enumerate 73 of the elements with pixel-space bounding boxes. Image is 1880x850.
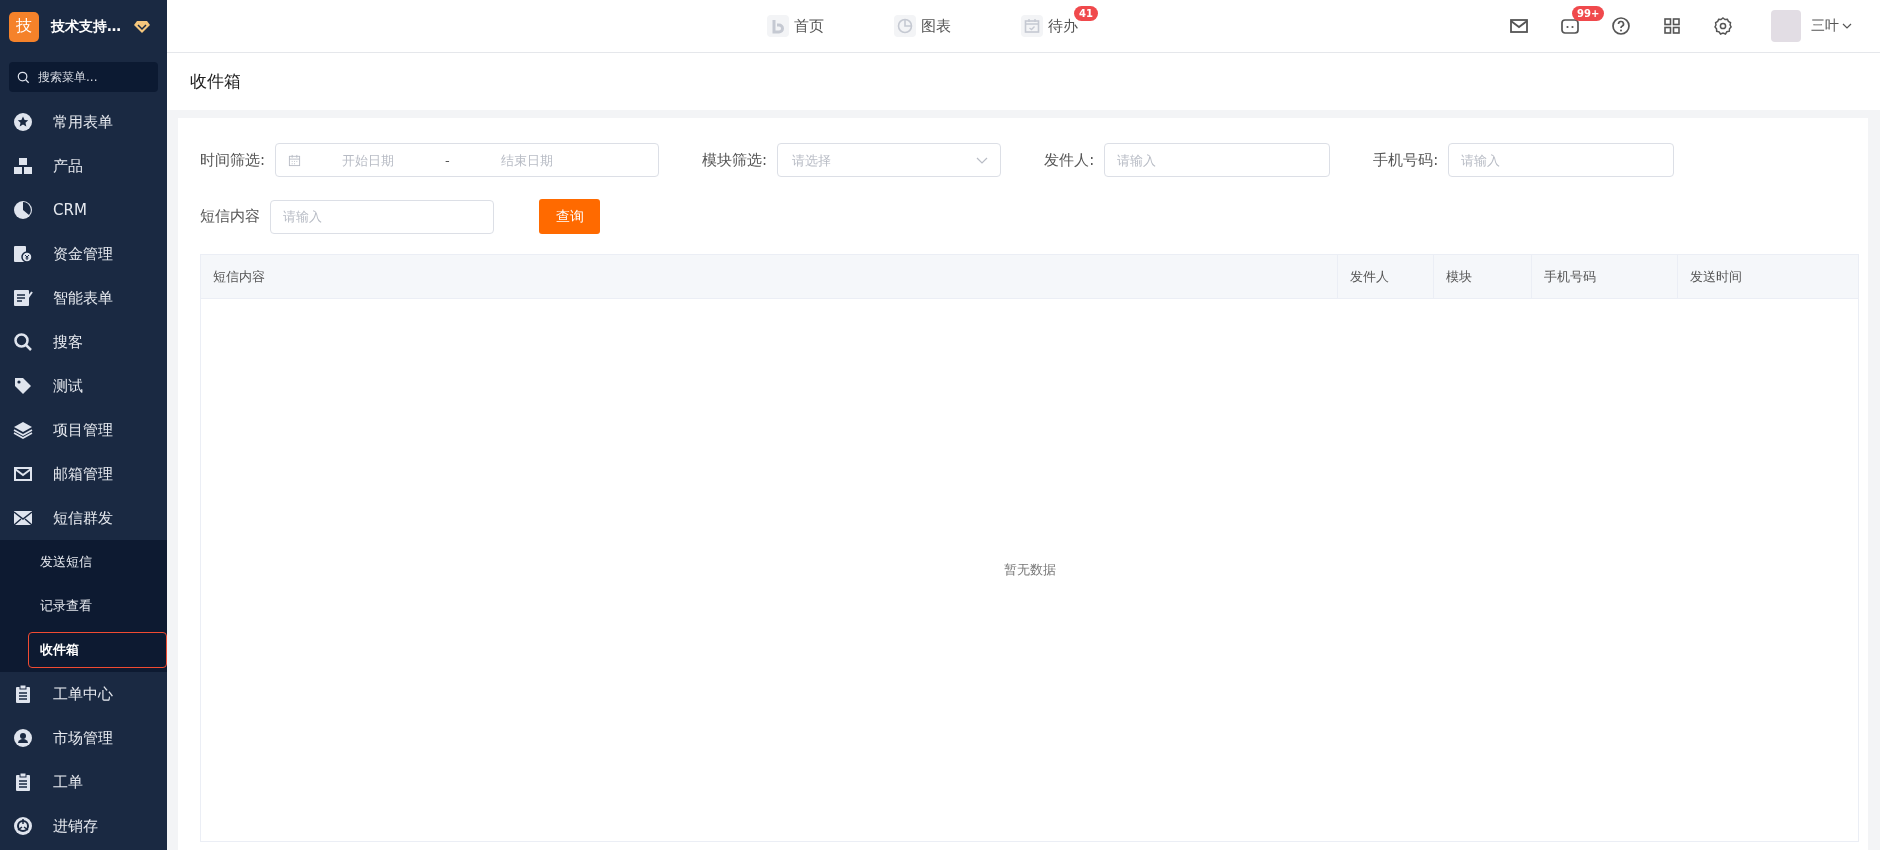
clipboard-icon	[13, 772, 33, 792]
count-badge: 41	[1074, 6, 1098, 21]
filter-label: 手机号码:	[1373, 150, 1439, 170]
menu-item[interactable]: 搜客	[0, 320, 167, 364]
menu-item[interactable]: 市场管理	[0, 716, 167, 760]
calendar-icon	[288, 153, 302, 167]
menu-search-input[interactable]: 搜索菜单...	[36, 69, 140, 85]
mail-icon	[13, 464, 33, 484]
chevron-down-icon[interactable]	[1842, 23, 1852, 29]
submenu-item[interactable]: 记录查看	[28, 588, 115, 624]
menu-item[interactable]: 资金管理	[0, 232, 167, 276]
search-icon	[13, 332, 33, 352]
column-header: 模块	[1434, 255, 1532, 298]
search-icon	[17, 70, 30, 84]
settings-icon[interactable]	[1713, 16, 1733, 36]
mail-icon[interactable]	[1509, 16, 1529, 36]
input-field[interactable]: 请输入	[270, 199, 494, 234]
menu-item[interactable]: 进销存	[0, 804, 167, 848]
filter-label: 模块筛选:	[702, 150, 768, 170]
filter-label: 发件人:	[1044, 150, 1095, 170]
filter-label: 短信内容	[200, 207, 260, 226]
count-badge: 99+	[1572, 6, 1605, 21]
range-separator: -	[445, 152, 450, 168]
submenu-item[interactable]: 发送短信	[28, 544, 115, 580]
filter-label: 时间筛选:	[200, 150, 266, 170]
chevron-down-icon	[976, 156, 989, 164]
help-icon[interactable]	[1611, 16, 1631, 36]
menu-item[interactable]: 测试	[0, 364, 167, 408]
menu-item[interactable]: 常用表单	[0, 100, 167, 144]
menu-item[interactable]: 项目管理	[0, 408, 167, 452]
money-document-icon	[13, 244, 33, 264]
select-field[interactable]: 请选择	[777, 143, 1002, 177]
nav-tab[interactable]: 首页	[767, 15, 824, 37]
chat-icon[interactable]	[1560, 16, 1580, 36]
page-title: 收件箱	[190, 70, 241, 93]
layers-icon	[13, 420, 33, 440]
select-input[interactable]: 请选择	[790, 151, 945, 169]
cycle-icon	[13, 816, 33, 836]
submenu-item[interactable]: 收件箱	[28, 632, 167, 668]
menu-item[interactable]: 产品	[0, 144, 167, 188]
column-header: 手机号码	[1532, 255, 1678, 298]
start-date-input[interactable]: 开始日期	[301, 151, 436, 169]
pie-icon	[13, 200, 33, 220]
input-field[interactable]: 请输入	[1448, 143, 1675, 177]
menu-item[interactable]: 工单	[0, 760, 167, 804]
logo: 技	[9, 11, 39, 42]
column-header: 短信内容	[201, 255, 1338, 298]
calendar-icon	[1021, 15, 1043, 37]
org-name[interactable]: 技术支持…	[51, 17, 121, 36]
nav-tab[interactable]: 图表	[894, 15, 951, 37]
blocks-icon	[13, 156, 33, 176]
menu-item[interactable]: CRM	[0, 188, 167, 232]
clipboard-icon	[13, 684, 33, 704]
pie-chart-icon	[894, 15, 916, 37]
column-header: 发件人	[1338, 255, 1434, 298]
letter-b-icon	[767, 15, 789, 37]
end-date-input[interactable]: 结束日期	[459, 151, 594, 169]
menu-item[interactable]: 短信群发	[0, 496, 167, 540]
menu-item[interactable]: 智能表单	[0, 276, 167, 320]
grid-icon[interactable]	[1662, 16, 1682, 36]
menu-search-field[interactable]: 搜索菜单...	[9, 62, 158, 92]
menu-item[interactable]: 工单中心	[0, 672, 167, 716]
user-name[interactable]: 三叶	[1811, 17, 1839, 35]
user-circle-icon	[13, 728, 33, 748]
menu-item[interactable]: 邮箱管理	[0, 452, 167, 496]
column-header: 发送时间	[1689, 267, 1743, 286]
tag-icon	[13, 376, 33, 396]
empty-state-text: 暂无数据	[1003, 561, 1056, 579]
envelope-icon	[13, 508, 33, 528]
form-edit-icon	[13, 288, 33, 308]
date-range-field[interactable]: 开始日期 - 结束日期	[275, 143, 660, 177]
diamond-icon	[133, 19, 151, 34]
input-field[interactable]: 请输入	[1104, 143, 1331, 177]
